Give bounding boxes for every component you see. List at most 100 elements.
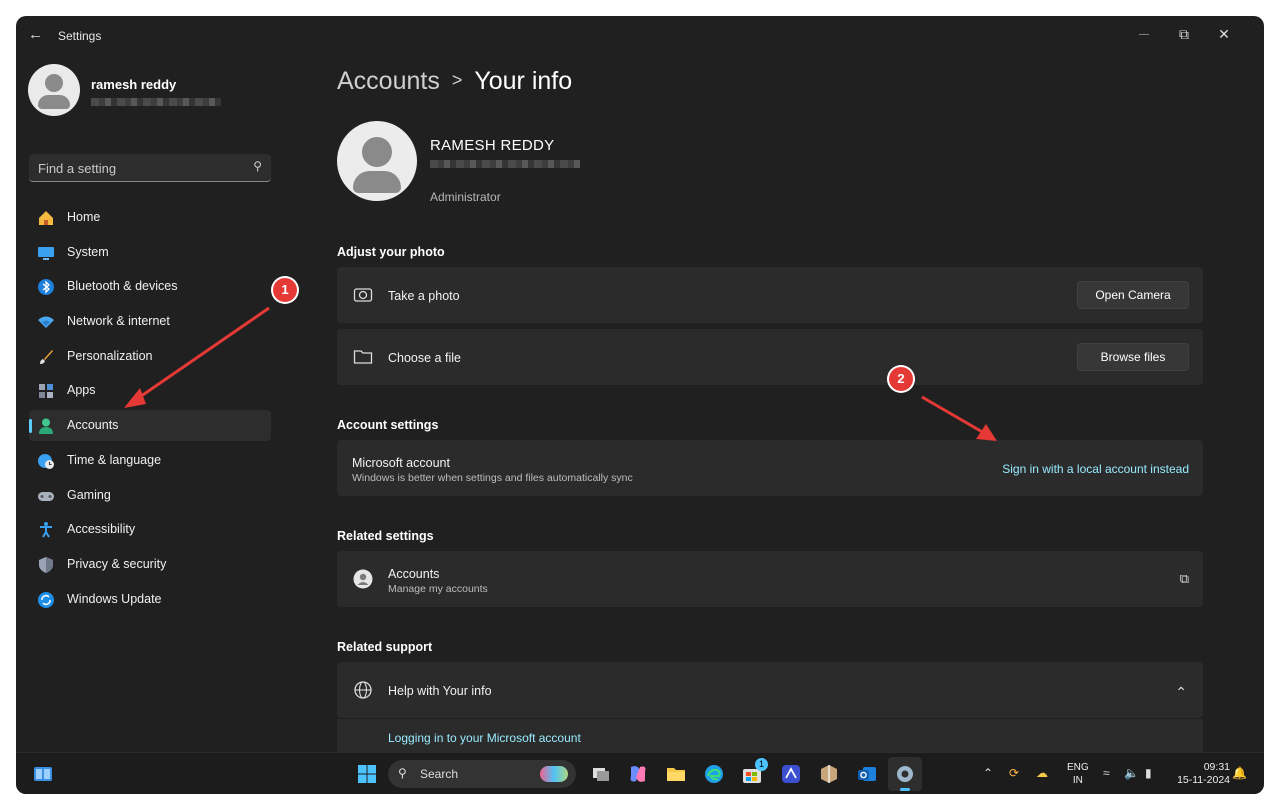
title-bar: ← Settings — ⧉ ✕ — [16, 16, 1264, 54]
chevron-up-icon[interactable]: ⌃ — [983, 766, 993, 780]
battery-icon[interactable]: ▮ — [1145, 766, 1152, 780]
profile-name: ramesh reddy — [91, 77, 177, 92]
restore-button[interactable]: ⧉ — [1164, 20, 1204, 48]
sync-icon[interactable]: ⟳ — [1009, 766, 1019, 780]
sidebar-item-network[interactable]: Network & internet — [29, 306, 271, 337]
onedrive-icon[interactable]: ☁ — [1036, 766, 1048, 780]
wifi-icon — [38, 316, 54, 329]
section-title-related-settings: Related settings — [337, 529, 434, 543]
sidebar-item-label: Accessibility — [67, 522, 136, 537]
sidebar-item-gaming[interactable]: Gaming — [29, 480, 271, 511]
external-link-icon[interactable]: ⧉ — [1180, 571, 1189, 587]
folder-icon — [353, 350, 373, 364]
user-avatar — [337, 121, 417, 201]
take-photo-row: Take a photo Open Camera — [337, 267, 1203, 323]
update-icon — [38, 591, 54, 608]
app-title: Settings — [58, 29, 102, 43]
search-box[interactable]: ⚲ — [29, 154, 271, 182]
clock-time: 09:31 — [1203, 761, 1230, 773]
user-role: Administrator — [430, 190, 501, 204]
chevron-up-icon[interactable]: ⌃ — [1175, 684, 1187, 701]
sidebar-item-label: Bluetooth & devices — [67, 279, 178, 294]
breadcrumb: Accounts > Your info — [337, 67, 572, 96]
notification-bell-icon[interactable]: 🔔 — [1232, 766, 1247, 780]
browse-files-button[interactable]: Browse files — [1077, 343, 1189, 371]
sidebar: ramesh reddy ⚲ Home System Bluetooth & d… — [16, 54, 286, 754]
apps-icon — [39, 384, 53, 399]
sidebar-item-label: Privacy & security — [67, 556, 167, 571]
globe-icon — [354, 681, 372, 699]
search-icon: ⚲ — [398, 766, 407, 780]
help-your-info-header[interactable]: Help with Your info ⌃ — [337, 662, 1203, 718]
file-explorer-icon[interactable] — [665, 763, 687, 785]
avatar[interactable] — [28, 64, 80, 116]
windows-start-icon[interactable] — [356, 763, 378, 785]
clock-date: 15-11-2024 — [1177, 774, 1230, 786]
annotation-marker-1: 1 — [273, 278, 297, 302]
breadcrumb-separator: > — [451, 70, 463, 90]
search-highlight-icon — [540, 766, 568, 782]
minimize-button[interactable]: — — [1124, 20, 1164, 48]
help-your-info-title: Help with Your info — [388, 684, 492, 698]
sidebar-nav: Home System Bluetooth & devices Network … — [29, 202, 271, 618]
sidebar-item-label: Personalization — [67, 348, 153, 363]
close-icon: ✕ — [1218, 26, 1230, 42]
sidebar-item-privacy[interactable]: Privacy & security — [29, 549, 271, 580]
sidebar-item-apps[interactable]: Apps — [29, 375, 271, 406]
taskbar-search[interactable]: ⚲ Search — [388, 760, 576, 788]
sidebar-item-label: Time & language — [67, 452, 162, 467]
copilot-icon[interactable] — [627, 763, 649, 785]
sketch-app-icon[interactable] — [780, 763, 802, 785]
back-arrow-icon[interactable]: ← — [28, 26, 46, 44]
search-icon[interactable]: ⚲ — [253, 159, 262, 173]
gear-icon — [897, 766, 913, 782]
sidebar-item-accounts[interactable]: Accounts — [29, 410, 271, 442]
breadcrumb-parent[interactable]: Accounts — [337, 67, 440, 95]
language-indicator[interactable]: ENG IN — [1067, 761, 1089, 787]
task-view-icon[interactable] — [590, 763, 612, 785]
settings-taskbar-app[interactable] — [888, 757, 922, 791]
search-input[interactable] — [38, 159, 238, 177]
minimize-icon: — — [1139, 29, 1149, 40]
related-accounts-row[interactable]: Accounts Manage my accounts ⧉ — [337, 551, 1203, 607]
brush-icon — [40, 349, 53, 364]
sign-in-local-account-link[interactable]: Sign in with a local account instead — [1002, 462, 1189, 476]
edge-browser-icon[interactable] — [703, 763, 725, 785]
sidebar-item-accessibility[interactable]: Accessibility — [29, 514, 271, 545]
user-display-name: RAMESH REDDY — [430, 137, 555, 154]
close-button[interactable]: ✕ — [1204, 20, 1244, 48]
sidebar-item-windows-update[interactable]: Windows Update — [29, 584, 271, 615]
open-camera-button[interactable]: Open Camera — [1077, 281, 1189, 309]
widgets-icon[interactable] — [32, 763, 54, 785]
clock[interactable]: 09:31 15-11-2024 — [1177, 761, 1230, 787]
sidebar-item-personalization[interactable]: Personalization — [29, 341, 271, 372]
sidebar-item-label: Gaming — [67, 487, 111, 502]
section-title-related-support: Related support — [337, 640, 433, 654]
active-indicator — [29, 419, 32, 434]
microsoft-account-row: Microsoft account Windows is better when… — [337, 440, 1203, 496]
volume-icon[interactable]: 🔈 — [1124, 766, 1139, 780]
active-app-indicator — [900, 788, 910, 791]
microsoft-account-subtitle: Windows is better when settings and file… — [352, 472, 633, 484]
wifi-icon[interactable]: ≈ — [1103, 766, 1110, 780]
sidebar-item-time-language[interactable]: Time & language — [29, 445, 271, 476]
microsoft-account-title: Microsoft account — [352, 456, 450, 470]
accounts-icon — [39, 418, 53, 435]
package-icon[interactable] — [818, 763, 840, 785]
store-app[interactable]: 1 — [741, 758, 768, 785]
redacted-email — [430, 160, 580, 168]
taskbar: ⚲ Search 1 ⌃ ⟳ ☁ ENG IN ≈ 🔈 ▮ 09:31 15-1… — [16, 752, 1264, 794]
sidebar-item-home[interactable]: Home — [29, 202, 271, 233]
sidebar-item-label: Home — [67, 210, 101, 224]
taskbar-search-label: Search — [420, 767, 459, 781]
outlook-icon[interactable] — [856, 763, 878, 785]
sidebar-item-label: Apps — [67, 383, 96, 398]
sidebar-item-label: System — [67, 244, 109, 259]
accessibility-icon — [40, 522, 52, 538]
sidebar-item-system[interactable]: System — [29, 237, 271, 268]
logging-in-link[interactable]: Logging in to your Microsoft account — [388, 731, 581, 745]
sidebar-item-bluetooth[interactable]: Bluetooth & devices — [29, 271, 271, 302]
globe-clock-icon — [38, 453, 54, 469]
choose-file-row: Choose a file Browse files — [337, 329, 1203, 385]
annotation-marker-2: 2 — [889, 367, 913, 391]
